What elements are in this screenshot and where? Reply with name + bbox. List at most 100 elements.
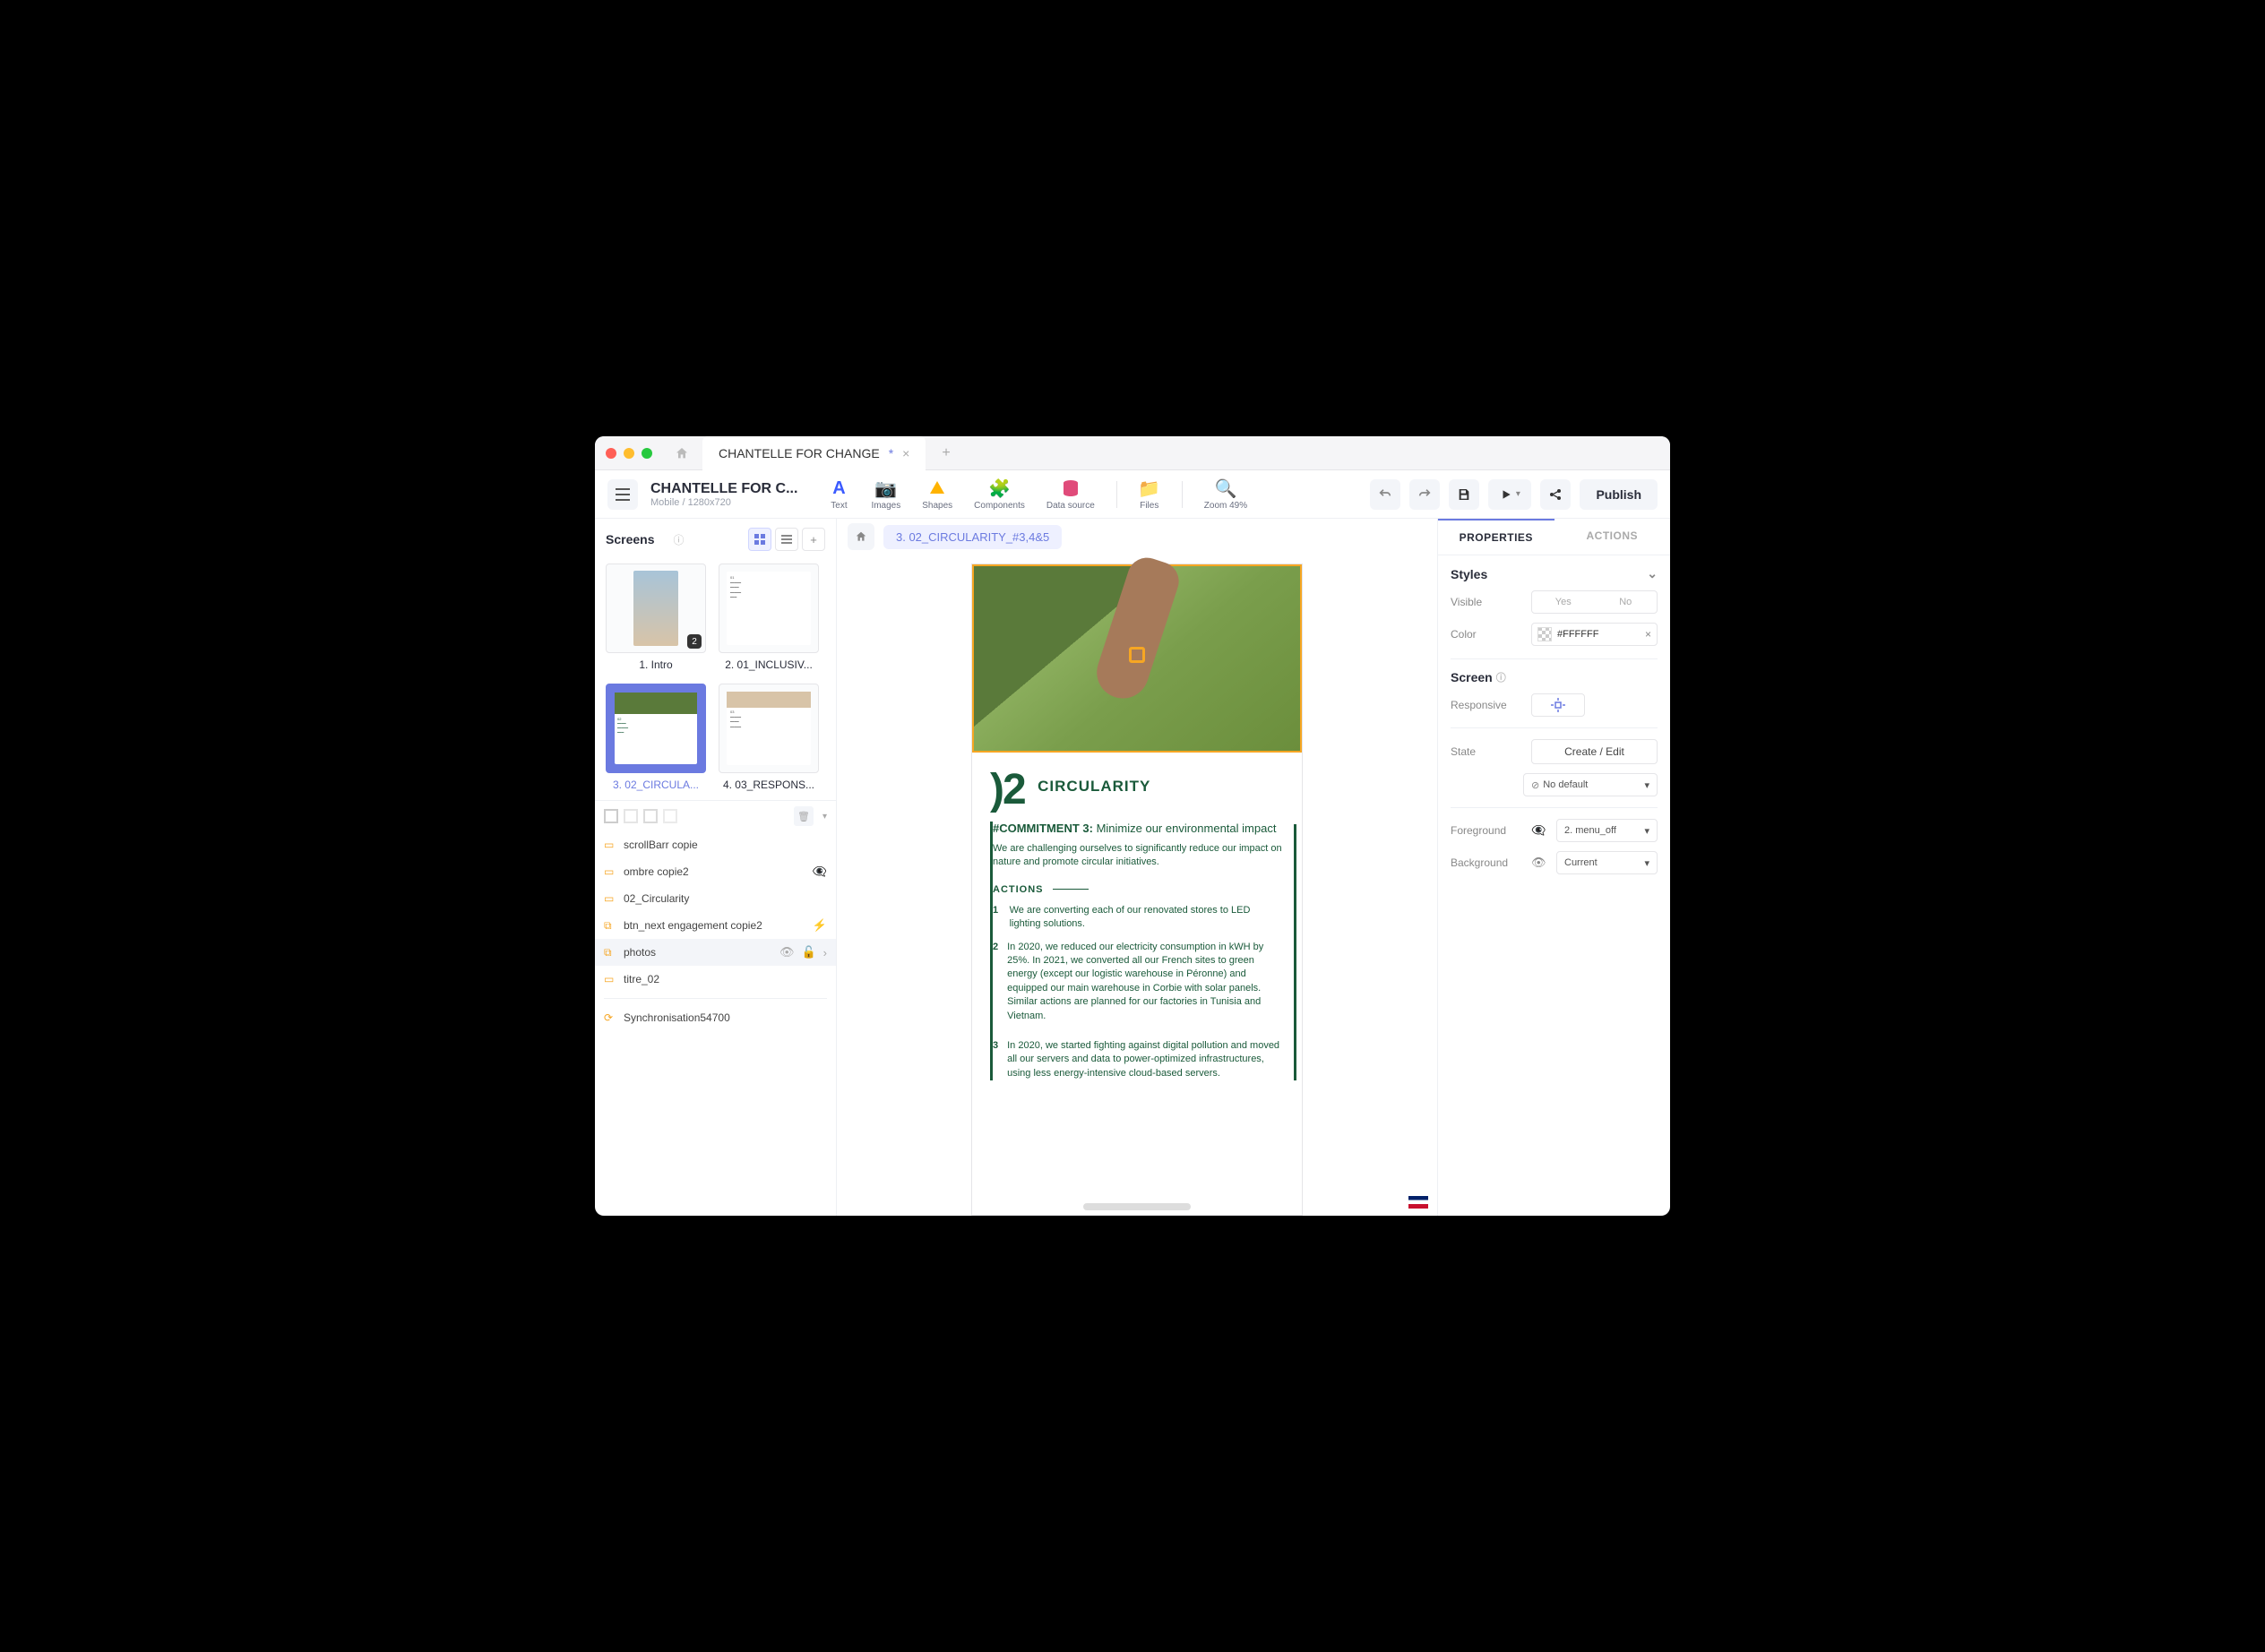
layer-item[interactable]: ⧉btn_next engagement copie2⚡ xyxy=(595,912,836,939)
action-item: 1We are converting each of our renovated… xyxy=(993,904,1284,932)
close-window-button[interactable] xyxy=(606,448,616,459)
action-item: 3In 2020, we started fighting against di… xyxy=(993,1039,1284,1080)
zoom-tool-label: Zoom 49% xyxy=(1204,501,1247,511)
screen-section: Screen ⓘ Responsive State Create / Edit … xyxy=(1451,670,1658,874)
share-icon xyxy=(1548,487,1563,502)
text-tool-label: Text xyxy=(831,501,847,511)
badge-count: 2 xyxy=(687,634,702,649)
help-icon[interactable]: ⓘ xyxy=(674,532,685,547)
share-button[interactable] xyxy=(1540,479,1571,510)
minimize-window-button[interactable] xyxy=(624,448,634,459)
layer-item[interactable]: ⧉photos👁🔓› xyxy=(595,939,836,966)
background-label: Background xyxy=(1451,856,1522,869)
maximize-window-button[interactable] xyxy=(642,448,652,459)
color-field[interactable]: #FFFFFF× xyxy=(1531,623,1658,646)
styles-heading[interactable]: Styles⌄ xyxy=(1451,566,1658,581)
titlebar: CHANTELLE FOR CHANGE * × + xyxy=(595,436,1670,470)
section-title: CIRCULARITY xyxy=(1038,778,1150,796)
eye-icon[interactable]: 👁 xyxy=(779,945,795,959)
divider xyxy=(1451,727,1658,728)
properties-panel: PROPERTIES ACTIONS Styles⌄ Visible YesNo… xyxy=(1437,519,1670,1216)
layer-item[interactable]: ▭ombre copie2👁‍🗨 xyxy=(595,858,836,885)
redo-icon xyxy=(1417,487,1432,502)
expand-icon[interactable]: › xyxy=(823,946,827,959)
chevron-down-icon[interactable]: ▾ xyxy=(822,812,827,822)
home-tab-button[interactable] xyxy=(668,440,695,467)
menu-button[interactable] xyxy=(607,479,638,510)
uk-flag-icon[interactable] xyxy=(1408,1196,1428,1209)
hero-image-selected[interactable] xyxy=(972,564,1302,753)
properties-tab[interactable]: PROPERTIES xyxy=(1438,519,1554,555)
app-window: CHANTELLE FOR CHANGE * × + CHANTELLE FOR… xyxy=(595,436,1670,1216)
hamburger-icon xyxy=(616,488,630,501)
undo-button[interactable] xyxy=(1370,479,1400,510)
save-button[interactable] xyxy=(1449,479,1479,510)
background-dropdown[interactable]: Current▾ xyxy=(1556,851,1658,874)
components-tool[interactable]: 🧩Components xyxy=(965,478,1034,511)
grid-view-button[interactable] xyxy=(748,528,771,551)
play-button[interactable]: ▾ xyxy=(1488,479,1531,510)
database-icon xyxy=(1060,478,1081,499)
foreground-dropdown[interactable]: 2. menu_off▾ xyxy=(1556,819,1658,842)
color-row: Color #FFFFFF× xyxy=(1451,623,1658,646)
action-text: In 2020, we started fighting against dig… xyxy=(1007,1039,1284,1080)
breadcrumb-home-button[interactable] xyxy=(848,523,874,550)
publish-button[interactable]: Publish xyxy=(1580,479,1658,510)
screen-thumb-1[interactable]: 2 1. Intro xyxy=(606,564,706,671)
layer-name: titre_02 xyxy=(624,973,827,985)
text-tool[interactable]: AText xyxy=(819,478,858,511)
document-tab[interactable]: CHANTELLE FOR CHANGE * × xyxy=(702,436,926,470)
layer-item[interactable]: ▭02_Circularity xyxy=(595,885,836,912)
zoom-tool[interactable]: 🔍Zoom 49% xyxy=(1195,478,1256,511)
home-icon xyxy=(855,530,867,543)
shapes-tool[interactable]: Shapes xyxy=(913,478,961,511)
layer-sync-item[interactable]: ⟳Synchronisation54700 xyxy=(595,1004,836,1031)
rect-icon: ▭ xyxy=(604,839,616,851)
shape-icon xyxy=(926,478,948,499)
layer-mode-icon-2[interactable] xyxy=(624,809,638,823)
add-tab-button[interactable]: + xyxy=(942,445,950,461)
toggle-no[interactable]: No xyxy=(1595,591,1658,613)
images-tool[interactable]: 📷Images xyxy=(862,478,909,511)
play-icon xyxy=(1500,488,1512,501)
datasource-tool[interactable]: Data source xyxy=(1038,478,1104,511)
visible-toggle[interactable]: YesNo xyxy=(1531,590,1658,614)
canvas[interactable]: )2 CIRCULARITY #COMMITMENT 3: Minimize o… xyxy=(837,555,1437,1216)
screen-thumb-4[interactable]: 03━━━━━━━━━━━━━━ 4. 03_RESPONS... xyxy=(719,684,819,791)
close-tab-button[interactable]: × xyxy=(902,446,909,460)
layer-mode-icon[interactable] xyxy=(604,809,618,823)
bolt-icon: ⚡ xyxy=(813,918,827,933)
clear-color-button[interactable]: × xyxy=(1645,628,1651,641)
properties-body: Styles⌄ Visible YesNo Color #FFFFFF× Scr… xyxy=(1438,555,1670,1216)
lock-icon[interactable]: 🔓 xyxy=(801,945,815,959)
screen-thumb-3[interactable]: 02━━━━━━━━━━━━ 3. 02_CIRCULA... xyxy=(606,684,706,791)
layer-item[interactable]: ▭scrollBarr copie xyxy=(595,831,836,858)
selection-handle[interactable] xyxy=(1129,647,1145,663)
save-icon xyxy=(1457,487,1471,502)
state-row: State Create / Edit xyxy=(1451,739,1658,764)
actions-heading: ACTIONS xyxy=(993,884,1284,895)
dirty-indicator: * xyxy=(889,446,893,460)
group-icon: ⧉ xyxy=(604,946,616,959)
actions-tab[interactable]: ACTIONS xyxy=(1554,519,1671,555)
redo-button[interactable] xyxy=(1409,479,1440,510)
eye-icon[interactable]: 👁 xyxy=(1531,856,1547,870)
breadcrumb-current[interactable]: 3. 02_CIRCULARITY_#3,4&5 xyxy=(883,525,1062,549)
help-icon[interactable]: ⓘ xyxy=(1496,670,1506,684)
default-dropdown[interactable]: ⊘No default▾ xyxy=(1523,773,1658,796)
delete-layer-button[interactable]: 🗑 xyxy=(794,806,814,826)
responsive-button[interactable] xyxy=(1531,693,1585,717)
list-view-button[interactable] xyxy=(775,528,798,551)
files-tool[interactable]: 📁Files xyxy=(1130,478,1169,511)
eye-off-icon[interactable]: 👁‍🗨 xyxy=(1531,823,1547,838)
toggle-yes[interactable]: Yes xyxy=(1532,591,1595,613)
add-screen-button[interactable]: + xyxy=(802,528,825,551)
hidden-icon[interactable]: 👁‍🗨 xyxy=(813,865,827,879)
create-edit-button[interactable]: Create / Edit xyxy=(1531,739,1658,764)
horizontal-scrollbar[interactable] xyxy=(1083,1203,1191,1210)
screen-thumb-2[interactable]: 01━━━━━━━━━━━━━━━━━ 2. 01_INCLUSIV... xyxy=(719,564,819,671)
layer-mode-icon-3[interactable] xyxy=(643,809,658,823)
layer-item[interactable]: ▭titre_02 xyxy=(595,966,836,993)
layer-mode-icon-4[interactable] xyxy=(663,809,677,823)
datasource-tool-label: Data source xyxy=(1046,501,1095,511)
